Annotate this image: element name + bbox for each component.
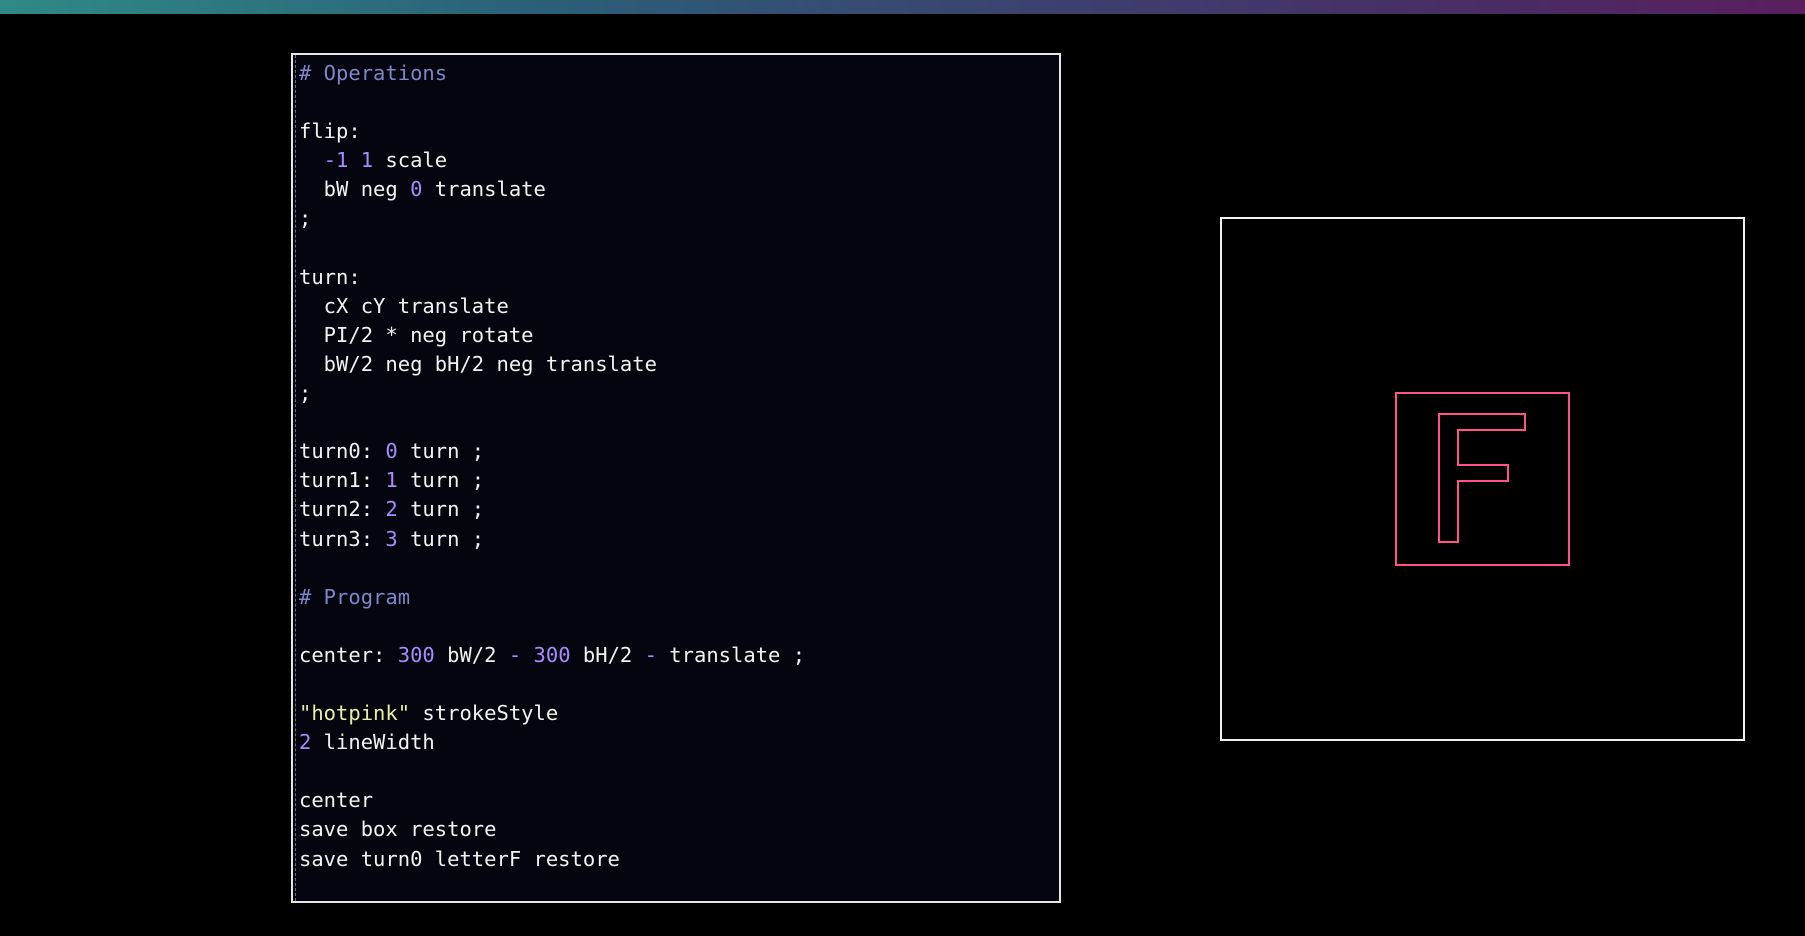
code-token: turn ; [397, 497, 485, 522]
code-line[interactable]: 2 lineWidth [299, 728, 805, 757]
code-editor[interactable]: # Operations flip: -1 1 scale bW neg 0 tr… [291, 53, 1061, 903]
code-line[interactable] [299, 408, 805, 437]
canvas-drawing [1395, 392, 1570, 566]
code-line[interactable]: turn2: 2 turn ; [299, 495, 805, 524]
code-line[interactable]: bW/2 neg bH/2 neg translate [299, 350, 805, 379]
code-line[interactable]: cX cY translate [299, 292, 805, 321]
code-token: turn1: [299, 468, 386, 493]
code-number: 0 [410, 177, 423, 202]
drawn-letter-f [1438, 413, 1526, 543]
code-number: 300 [533, 642, 571, 667]
code-line[interactable]: # Program [299, 583, 805, 612]
code-token: save turn0 letterF restore [299, 846, 620, 871]
code-token: cX cY translate [299, 293, 509, 318]
code-token: strokeStyle [410, 701, 559, 726]
code-line[interactable]: bW neg 0 translate [299, 175, 805, 204]
code-token: save box restore [299, 817, 497, 842]
code-line[interactable]: # Operations [299, 59, 805, 88]
code-token: ; [299, 206, 312, 231]
code-line[interactable]: ; [299, 379, 805, 408]
code-line[interactable] [299, 757, 805, 786]
drawn-box [1395, 392, 1570, 566]
code-token: lineWidth [311, 730, 435, 755]
code-token: bW/2 [434, 642, 509, 667]
code-line[interactable]: save box restore [299, 815, 805, 844]
code-comment: # Operations [299, 61, 448, 85]
code-token: ; [299, 381, 312, 406]
code-token: turn2: [299, 497, 386, 522]
code-number: -1 [323, 148, 349, 173]
code-line[interactable]: center: 300 bW/2 - 300 bH/2 - translate … [299, 641, 805, 670]
code-line[interactable]: save turn0 letterF restore [299, 845, 805, 874]
code-token: scale [373, 148, 448, 173]
render-canvas [1220, 217, 1745, 741]
code-number: 300 [397, 642, 435, 667]
code-operator: - [508, 642, 522, 667]
code-number: 2 [299, 730, 312, 755]
code-string: "hotpink" [299, 701, 411, 726]
code-line[interactable]: turn0: 0 turn ; [299, 437, 805, 466]
code-line[interactable] [299, 612, 805, 641]
code-number: 0 [385, 439, 398, 464]
code-line[interactable]: flip: [299, 117, 805, 146]
code-token: turn0: [299, 439, 386, 464]
code-line[interactable] [299, 88, 805, 117]
code-line[interactable] [299, 554, 805, 583]
code-token: translate ; [656, 642, 806, 667]
code-token: bW neg [299, 177, 411, 202]
code-token: turn3: [299, 526, 386, 551]
code-line[interactable]: turn3: 3 turn ; [299, 525, 805, 554]
code-line[interactable]: center [299, 786, 805, 815]
code-number: 3 [385, 526, 398, 551]
code-line[interactable]: -1 1 scale [299, 146, 805, 175]
code-line[interactable] [299, 670, 805, 699]
code-token: turn ; [397, 439, 485, 464]
code-line[interactable]: "hotpink" strokeStyle [299, 699, 805, 728]
code-token: turn ; [397, 526, 485, 551]
code-line[interactable]: turn1: 1 turn ; [299, 466, 805, 495]
code-number: 2 [385, 497, 398, 522]
code-token: translate [422, 177, 546, 202]
code-line[interactable] [299, 234, 805, 263]
code-comment: # Program [299, 584, 411, 609]
code-token: turn ; [397, 468, 485, 493]
code-number: 1 [385, 468, 398, 493]
code-operator: - [644, 642, 657, 667]
code-token: PI/2 * neg rotate [299, 322, 534, 347]
code-token: turn: [299, 264, 361, 289]
code-line[interactable]: turn: [299, 263, 805, 292]
code-token: bW/2 neg bH/2 neg translate [299, 351, 657, 376]
code-line[interactable]: ; [299, 204, 805, 233]
code-line[interactable]: PI/2 * neg rotate [299, 321, 805, 350]
code-token: flip: [299, 119, 361, 144]
code-text[interactable]: # Operations flip: -1 1 scale bW neg 0 tr… [299, 59, 805, 874]
code-token: center [299, 788, 374, 813]
top-gradient-bar [0, 0, 1805, 14]
code-number: 1 [360, 148, 374, 173]
code-token: center: [299, 642, 398, 667]
code-token: bH/2 [570, 642, 645, 667]
